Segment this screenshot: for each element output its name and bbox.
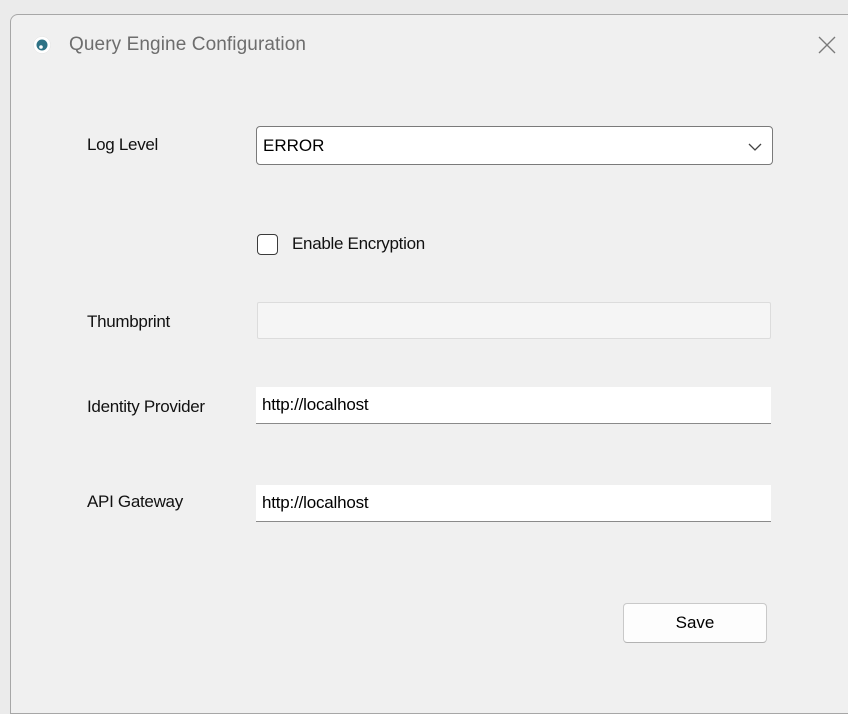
api-gateway-field[interactable] bbox=[256, 485, 771, 522]
enable-encryption-label[interactable]: Enable Encryption bbox=[292, 234, 425, 254]
chevron-down-icon bbox=[748, 140, 762, 152]
identity-provider-field[interactable] bbox=[256, 387, 771, 424]
thumbprint-label: Thumbprint bbox=[87, 312, 170, 331]
close-button[interactable] bbox=[807, 30, 847, 62]
api-gateway-label: API Gateway bbox=[87, 492, 183, 511]
thumbprint-field[interactable] bbox=[257, 302, 771, 339]
window-title: Query Engine Configuration bbox=[69, 34, 307, 55]
title-bar[interactable]: Query Engine Configuration bbox=[11, 15, 848, 77]
log-level-label: Log Level bbox=[87, 135, 159, 154]
close-icon bbox=[818, 36, 836, 54]
app-circle-icon bbox=[33, 36, 51, 54]
config-dialog: Query Engine Configuration Log Level ERR… bbox=[10, 14, 848, 714]
identity-provider-label: Identity Provider bbox=[87, 397, 205, 416]
enable-encryption-checkbox[interactable] bbox=[257, 234, 278, 255]
save-button[interactable]: Save bbox=[623, 603, 767, 643]
log-level-value: ERROR bbox=[263, 136, 325, 155]
log-level-select[interactable]: ERROR bbox=[256, 126, 773, 165]
